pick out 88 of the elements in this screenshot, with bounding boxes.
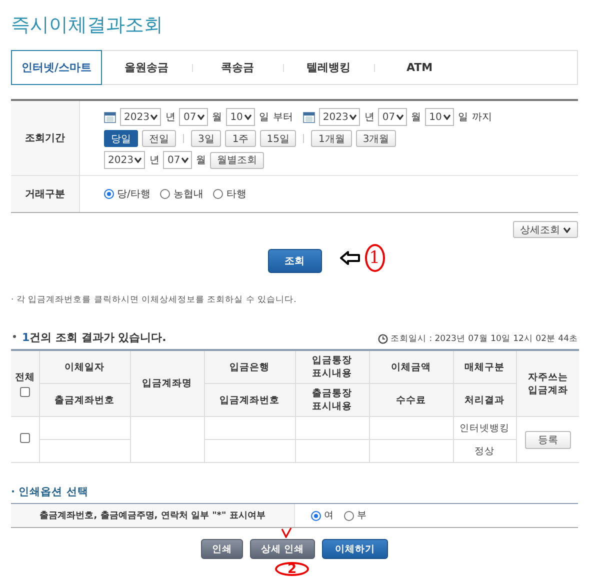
caret-icon <box>244 114 252 120</box>
table-cell: 인터넷뱅킹 <box>460 422 510 434</box>
column-header: 입금계좌명 <box>142 378 192 389</box>
monthly-search-button[interactable]: 월별조회 <box>210 152 264 168</box>
tab[interactable]: 텔레뱅킹 <box>283 50 374 85</box>
column-header: 입금통장 표시내용 <box>312 355 352 379</box>
transfer-button[interactable]: 이체하기 <box>322 539 388 559</box>
unit-label: 년 <box>165 111 176 124</box>
unit-label: 년 <box>364 111 374 124</box>
year-select[interactable]: 2023 <box>120 108 162 126</box>
period-button[interactable]: 3일 <box>191 130 222 147</box>
tab[interactable]: 인터넷/스마트 <box>11 50 102 85</box>
caret-icon <box>134 157 142 163</box>
period-button[interactable]: 15일 <box>260 130 296 147</box>
info-note: · 각 입금계좌번호를 클릭하시면 이체상세정보를 조회하실 수 있습니다. <box>11 294 298 306</box>
column-header: 이체금액 <box>391 362 431 372</box>
tab[interactable]: 콕송금 <box>192 50 283 85</box>
column-header: 매체구분 <box>464 362 504 372</box>
radio-label: 농협내 <box>173 188 204 201</box>
unit-label: 일 <box>258 111 269 124</box>
column-header: 전체 <box>14 370 35 384</box>
radio-button[interactable] <box>104 189 114 199</box>
caret-icon <box>563 226 571 232</box>
column-header: 출금통장 표시내용 <box>312 388 352 412</box>
period-button[interactable]: 1개월 <box>311 130 352 147</box>
range-label: 까지 <box>472 111 492 124</box>
bullet-icon <box>13 334 16 338</box>
field-label: 조회기간 <box>25 132 65 145</box>
register-button[interactable]: 등록 <box>524 430 571 448</box>
year-select[interactable]: 2023 <box>104 151 146 169</box>
month-select[interactable]: 07 <box>163 151 192 169</box>
row-checkbox[interactable] <box>20 433 30 443</box>
period-button[interactable]: 1주 <box>225 130 256 147</box>
radio-label: 당/타행 <box>117 188 150 201</box>
result-summary: 1건의 조회 결과가 있습니다. <box>22 330 166 345</box>
column-header: 이체일자 <box>64 362 104 372</box>
caret-icon <box>349 114 358 120</box>
radio-label: 부 <box>357 509 367 522</box>
field-label: 출금계좌번호, 출금예금주명, 연락처 일부 "*" 표시여부 <box>40 510 266 522</box>
tab[interactable]: 올원송금 <box>101 50 192 85</box>
table-cell: 정상 <box>474 446 494 456</box>
column-header: 입금계좌번호 <box>220 394 280 406</box>
radio-button[interactable] <box>160 189 170 199</box>
caret-icon <box>150 114 158 120</box>
unit-label: 년 <box>149 154 160 167</box>
select-all-checkbox[interactable] <box>20 386 30 396</box>
column-header: 수수료 <box>396 394 426 406</box>
radio-button[interactable] <box>344 510 354 520</box>
year-select[interactable]: 2023 <box>318 108 360 126</box>
column-header: 처리결과 <box>464 394 504 406</box>
day-select[interactable]: 10 <box>425 108 454 126</box>
section-title: · 인쇄옵션 선택 <box>11 485 90 499</box>
period-button[interactable]: 당일 <box>104 130 138 147</box>
caret-icon <box>181 157 190 163</box>
day-select[interactable]: 10 <box>226 108 255 126</box>
field-label: 거래구분 <box>25 188 65 201</box>
column-header: 자주쓰는 입금계좌 <box>528 372 568 396</box>
page-title: 즉시이체결과조회 <box>11 14 164 36</box>
check-mark-icon <box>281 527 292 538</box>
caret-icon <box>197 114 206 120</box>
month-select[interactable]: 07 <box>179 108 208 126</box>
caret-icon <box>442 114 451 120</box>
caret-icon <box>396 114 404 120</box>
arrow-icon <box>340 250 360 266</box>
detail-search-dropdown[interactable]: 상세조회 <box>513 221 578 238</box>
print-button[interactable]: 상세 인쇄 <box>250 539 316 559</box>
radio-button[interactable] <box>213 189 224 199</box>
radio-button[interactable] <box>311 510 321 520</box>
unit-label: 일 <box>458 111 468 124</box>
range-label: 부터 <box>272 111 293 124</box>
unit-label: 월 <box>196 154 206 167</box>
radio-label: 여 <box>324 509 334 522</box>
radio-label: 타행 <box>226 188 246 201</box>
print-button[interactable]: 인쇄 <box>200 539 243 559</box>
clock-icon <box>378 334 388 344</box>
query-timestamp: 조회일시 : 2023년 07월 10일 12시 02분 44초 <box>390 333 578 345</box>
month-select[interactable]: 07 <box>378 108 408 126</box>
tab[interactable]: ATM <box>374 50 465 85</box>
column-header: 입금은행 <box>230 362 270 372</box>
calendar-icon[interactable] <box>302 111 315 123</box>
search-button[interactable]: 조회 <box>268 249 322 273</box>
annotation-number: 1 <box>364 244 384 272</box>
unit-label: 월 <box>212 111 222 124</box>
period-button[interactable]: 전일 <box>142 130 176 147</box>
calendar-icon[interactable] <box>104 111 116 123</box>
unit-label: 월 <box>411 111 422 124</box>
column-header: 출금계좌번호 <box>54 394 114 406</box>
period-button[interactable]: 3개월 <box>356 130 396 147</box>
